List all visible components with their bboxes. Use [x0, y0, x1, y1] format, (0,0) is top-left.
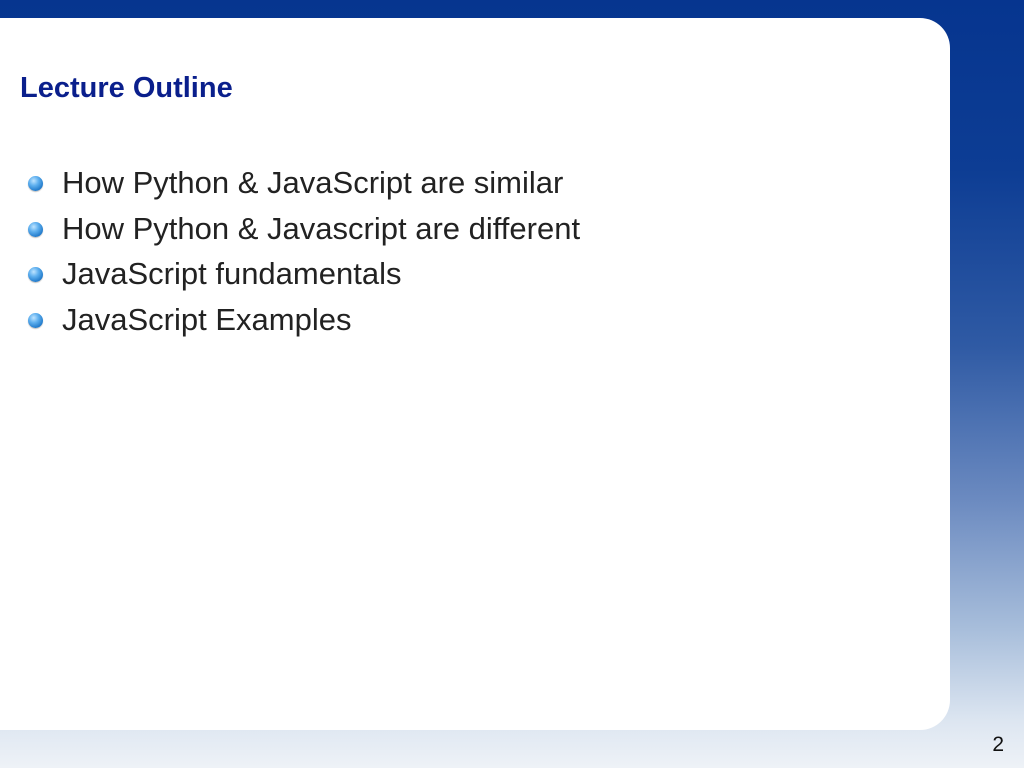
- bullet-text: How Python & Javascript are different: [62, 210, 581, 246]
- list-item: JavaScript fundamentals: [28, 254, 580, 300]
- list-item: JavaScript Examples: [28, 300, 580, 346]
- page-number: 2: [992, 733, 1004, 756]
- list-item: How Python & Javascript are different: [28, 209, 580, 255]
- slide-title: Lecture Outline: [20, 72, 233, 104]
- bullet-dot-icon: [28, 312, 43, 328]
- bullet-text: JavaScript Examples: [62, 301, 352, 337]
- slide-panel: Lecture Outline How Python & JavaScript …: [0, 18, 950, 730]
- bullet-dot-icon: [28, 267, 43, 282]
- bullet-list: How Python & JavaScript are similar How …: [28, 163, 580, 345]
- bullet-text: JavaScript fundamentals: [62, 256, 402, 291]
- bullet-text: How Python & JavaScript are similar: [62, 165, 564, 200]
- list-item: How Python & JavaScript are similar: [28, 163, 580, 209]
- bullet-dot-icon: [28, 176, 43, 191]
- bullet-dot-icon: [28, 221, 43, 237]
